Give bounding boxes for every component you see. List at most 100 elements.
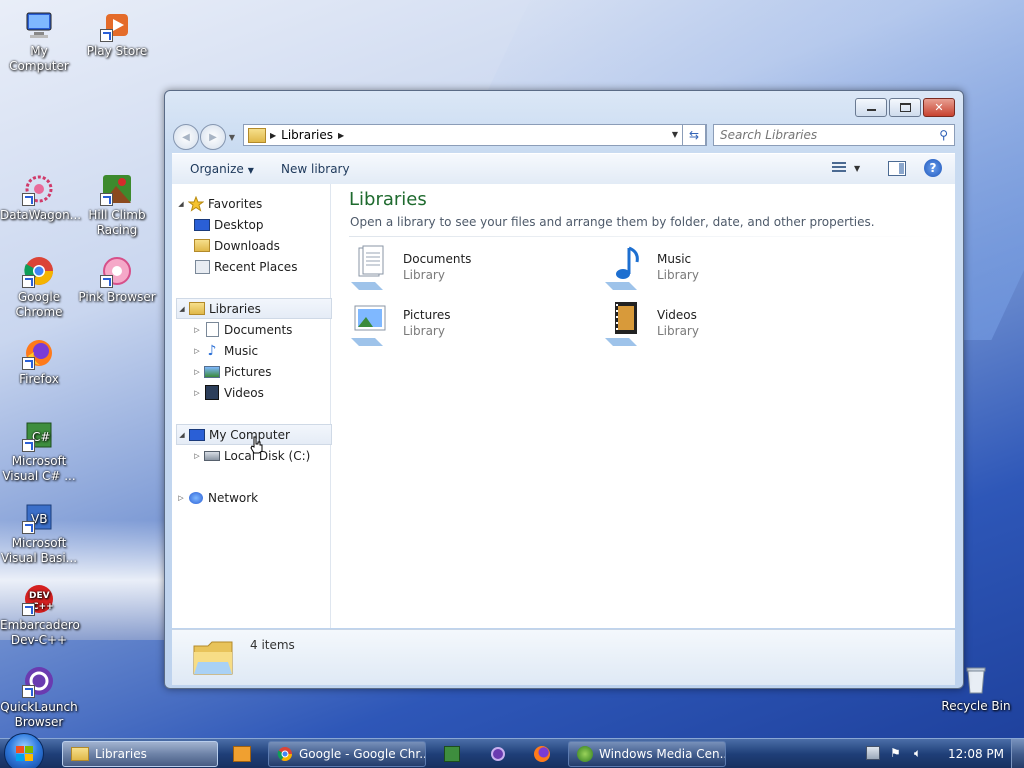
hand-cursor-icon (250, 436, 264, 454)
search-input[interactable] (714, 127, 932, 143)
item-count: 4 items (250, 638, 295, 652)
expand-icon[interactable]: ▷ (192, 452, 202, 460)
refresh-button[interactable]: ⇆ (682, 124, 706, 146)
star-icon (188, 195, 204, 212)
close-button[interactable]: ✕ (923, 98, 955, 117)
nav-recent-places[interactable]: Recent Places (192, 256, 328, 277)
expand-icon[interactable]: ▷ (176, 494, 186, 502)
taskbar-button-libraries[interactable]: Libraries (62, 741, 218, 767)
hill-climb-racing-icon (100, 172, 134, 206)
pictures-library-icon (349, 300, 399, 348)
expand-icon[interactable]: ▷ (192, 326, 202, 334)
close-icon: ✕ (934, 101, 944, 114)
visual-csharp-icon (444, 746, 460, 762)
nav-libraries[interactable]: ◢ Libraries (176, 298, 332, 319)
nav-desktop[interactable]: Desktop (192, 214, 328, 235)
chrome-icon (277, 746, 293, 762)
desktop-icon-my-computer[interactable]: My Computer (0, 8, 78, 74)
desktop-icon-visual-basic[interactable]: VB Microsoft Visual Basi... (0, 500, 78, 566)
desktop-icon-google-chrome[interactable]: Google Chrome (0, 254, 78, 320)
back-button[interactable]: ◀ (173, 124, 199, 150)
library-tile-documents[interactable]: Documents Library (349, 244, 589, 292)
nav-network[interactable]: ▷ Network (176, 487, 332, 508)
desktop-icon-datawagon[interactable]: DataWagon... (0, 172, 81, 223)
library-tile-music[interactable]: Music Library (603, 244, 843, 292)
dev-cpp-icon: DEV C++ (22, 582, 56, 616)
new-library-button[interactable]: New library (281, 162, 350, 176)
documents-library-icon (349, 244, 399, 292)
nav-downloads[interactable]: Downloads (192, 235, 328, 256)
library-view: Libraries Open a library to see your fil… (332, 184, 952, 628)
desktop-icon-play-store[interactable]: Play Store (78, 8, 156, 59)
desktop-icon-hill-climb-racing[interactable]: Hill Climb Racing (78, 172, 156, 238)
taskbar-pin-visual-csharp[interactable] (434, 741, 470, 767)
taskbar-pin-quicklaunch[interactable] (480, 741, 516, 767)
refresh-icon: ⇆ (688, 128, 700, 142)
action-center-flag-icon[interactable]: ⚑ (890, 746, 904, 760)
nav-pictures[interactable]: ▷ Pictures (192, 361, 328, 382)
media-player-icon (233, 746, 251, 762)
network-tray-icon[interactable] (866, 746, 880, 760)
recent-pages-dropdown[interactable]: ▼ (227, 125, 237, 149)
breadcrumb-libraries[interactable]: Libraries (281, 128, 333, 142)
breadcrumb-chevron-icon[interactable]: ▶ (338, 131, 344, 140)
desktop-icon-pink-browser[interactable]: Pink Browser (78, 254, 156, 305)
videos-icon (204, 385, 220, 401)
desktop-icon-dev-cpp[interactable]: DEV C++ Embarcadero Dev-C++ (0, 582, 80, 648)
taskbar-pin-media-player[interactable] (224, 741, 260, 767)
nav-music[interactable]: ▷ ♪ Music (192, 340, 328, 361)
collapse-icon[interactable]: ◢ (177, 431, 187, 439)
start-button[interactable] (4, 733, 44, 768)
collapse-icon[interactable]: ◢ (176, 200, 186, 208)
library-tile-videos[interactable]: Videos Library (603, 300, 843, 348)
preview-pane-button[interactable] (888, 161, 906, 176)
clock[interactable]: 12:08 PM (948, 747, 1004, 761)
expand-icon[interactable]: ▷ (192, 347, 202, 355)
desktop-icon-visual-csharp[interactable]: C# Microsoft Visual C# ... (0, 418, 78, 484)
libraries-icon (189, 301, 205, 317)
taskbar-button-google-chrome[interactable]: Google - Google Chr... (268, 741, 426, 767)
help-button[interactable]: ? (924, 159, 942, 177)
taskbar-button-windows-media-center[interactable]: Windows Media Cen... (568, 741, 726, 767)
change-view-button[interactable]: ▼ (832, 162, 860, 174)
breadcrumb-chevron-icon[interactable]: ▶ (270, 131, 276, 140)
volume-icon[interactable]: 🔈︎ (914, 746, 928, 760)
breadcrumb: ▶ Libraries ▶ (270, 128, 344, 142)
address-bar[interactable]: ▶ Libraries ▶ ▼ (243, 124, 707, 146)
search-icon[interactable]: ⚲ (939, 128, 948, 142)
nav-favorites[interactable]: ◢ Favorites (176, 193, 332, 214)
nav-videos[interactable]: ▷ Videos (192, 382, 328, 403)
nav-documents[interactable]: ▷ Documents (192, 319, 328, 340)
library-name: Documents (403, 252, 472, 266)
help-icon: ? (929, 161, 937, 175)
organize-button[interactable]: Organize ▼ (190, 162, 254, 176)
firefox-icon (534, 746, 550, 762)
videos-library-icon (603, 300, 653, 348)
taskbar: Libraries Google - Google Chr... Windows… (0, 733, 1024, 768)
minimize-button[interactable] (855, 98, 887, 117)
system-tray: ⚑ 🔈︎ (866, 746, 928, 760)
window-controls: ✕ (855, 98, 955, 117)
collapse-icon[interactable]: ◢ (177, 305, 187, 313)
search-box[interactable]: ⚲ (713, 124, 955, 146)
expand-icon[interactable]: ▷ (192, 389, 202, 397)
maximize-button[interactable] (889, 98, 921, 117)
desktop-icon-firefox[interactable]: Firefox (0, 336, 78, 387)
show-desktop-button[interactable] (1011, 739, 1024, 768)
address-dropdown-icon[interactable]: ▼ (672, 130, 678, 139)
recycle-bin-icon (959, 663, 993, 697)
svg-text:C++: C++ (32, 602, 54, 612)
taskbar-pin-firefox[interactable] (524, 741, 560, 767)
back-arrow-icon: ◀ (182, 131, 190, 143)
network-icon (188, 490, 204, 506)
details-pane: 4 items (172, 629, 955, 685)
library-type: Library (657, 268, 699, 282)
expand-icon[interactable]: ▷ (192, 368, 202, 376)
library-tile-pictures[interactable]: Pictures Library (349, 300, 589, 348)
desktop-icon-quicklaunch-browser[interactable]: QuickLaunch Browser (0, 664, 78, 730)
chevron-down-icon: ▼ (854, 163, 861, 173)
recent-places-icon (194, 259, 210, 275)
downloads-folder-icon (194, 238, 210, 254)
chevron-down-icon: ▼ (247, 166, 254, 175)
forward-button[interactable]: ▶ (200, 124, 226, 150)
